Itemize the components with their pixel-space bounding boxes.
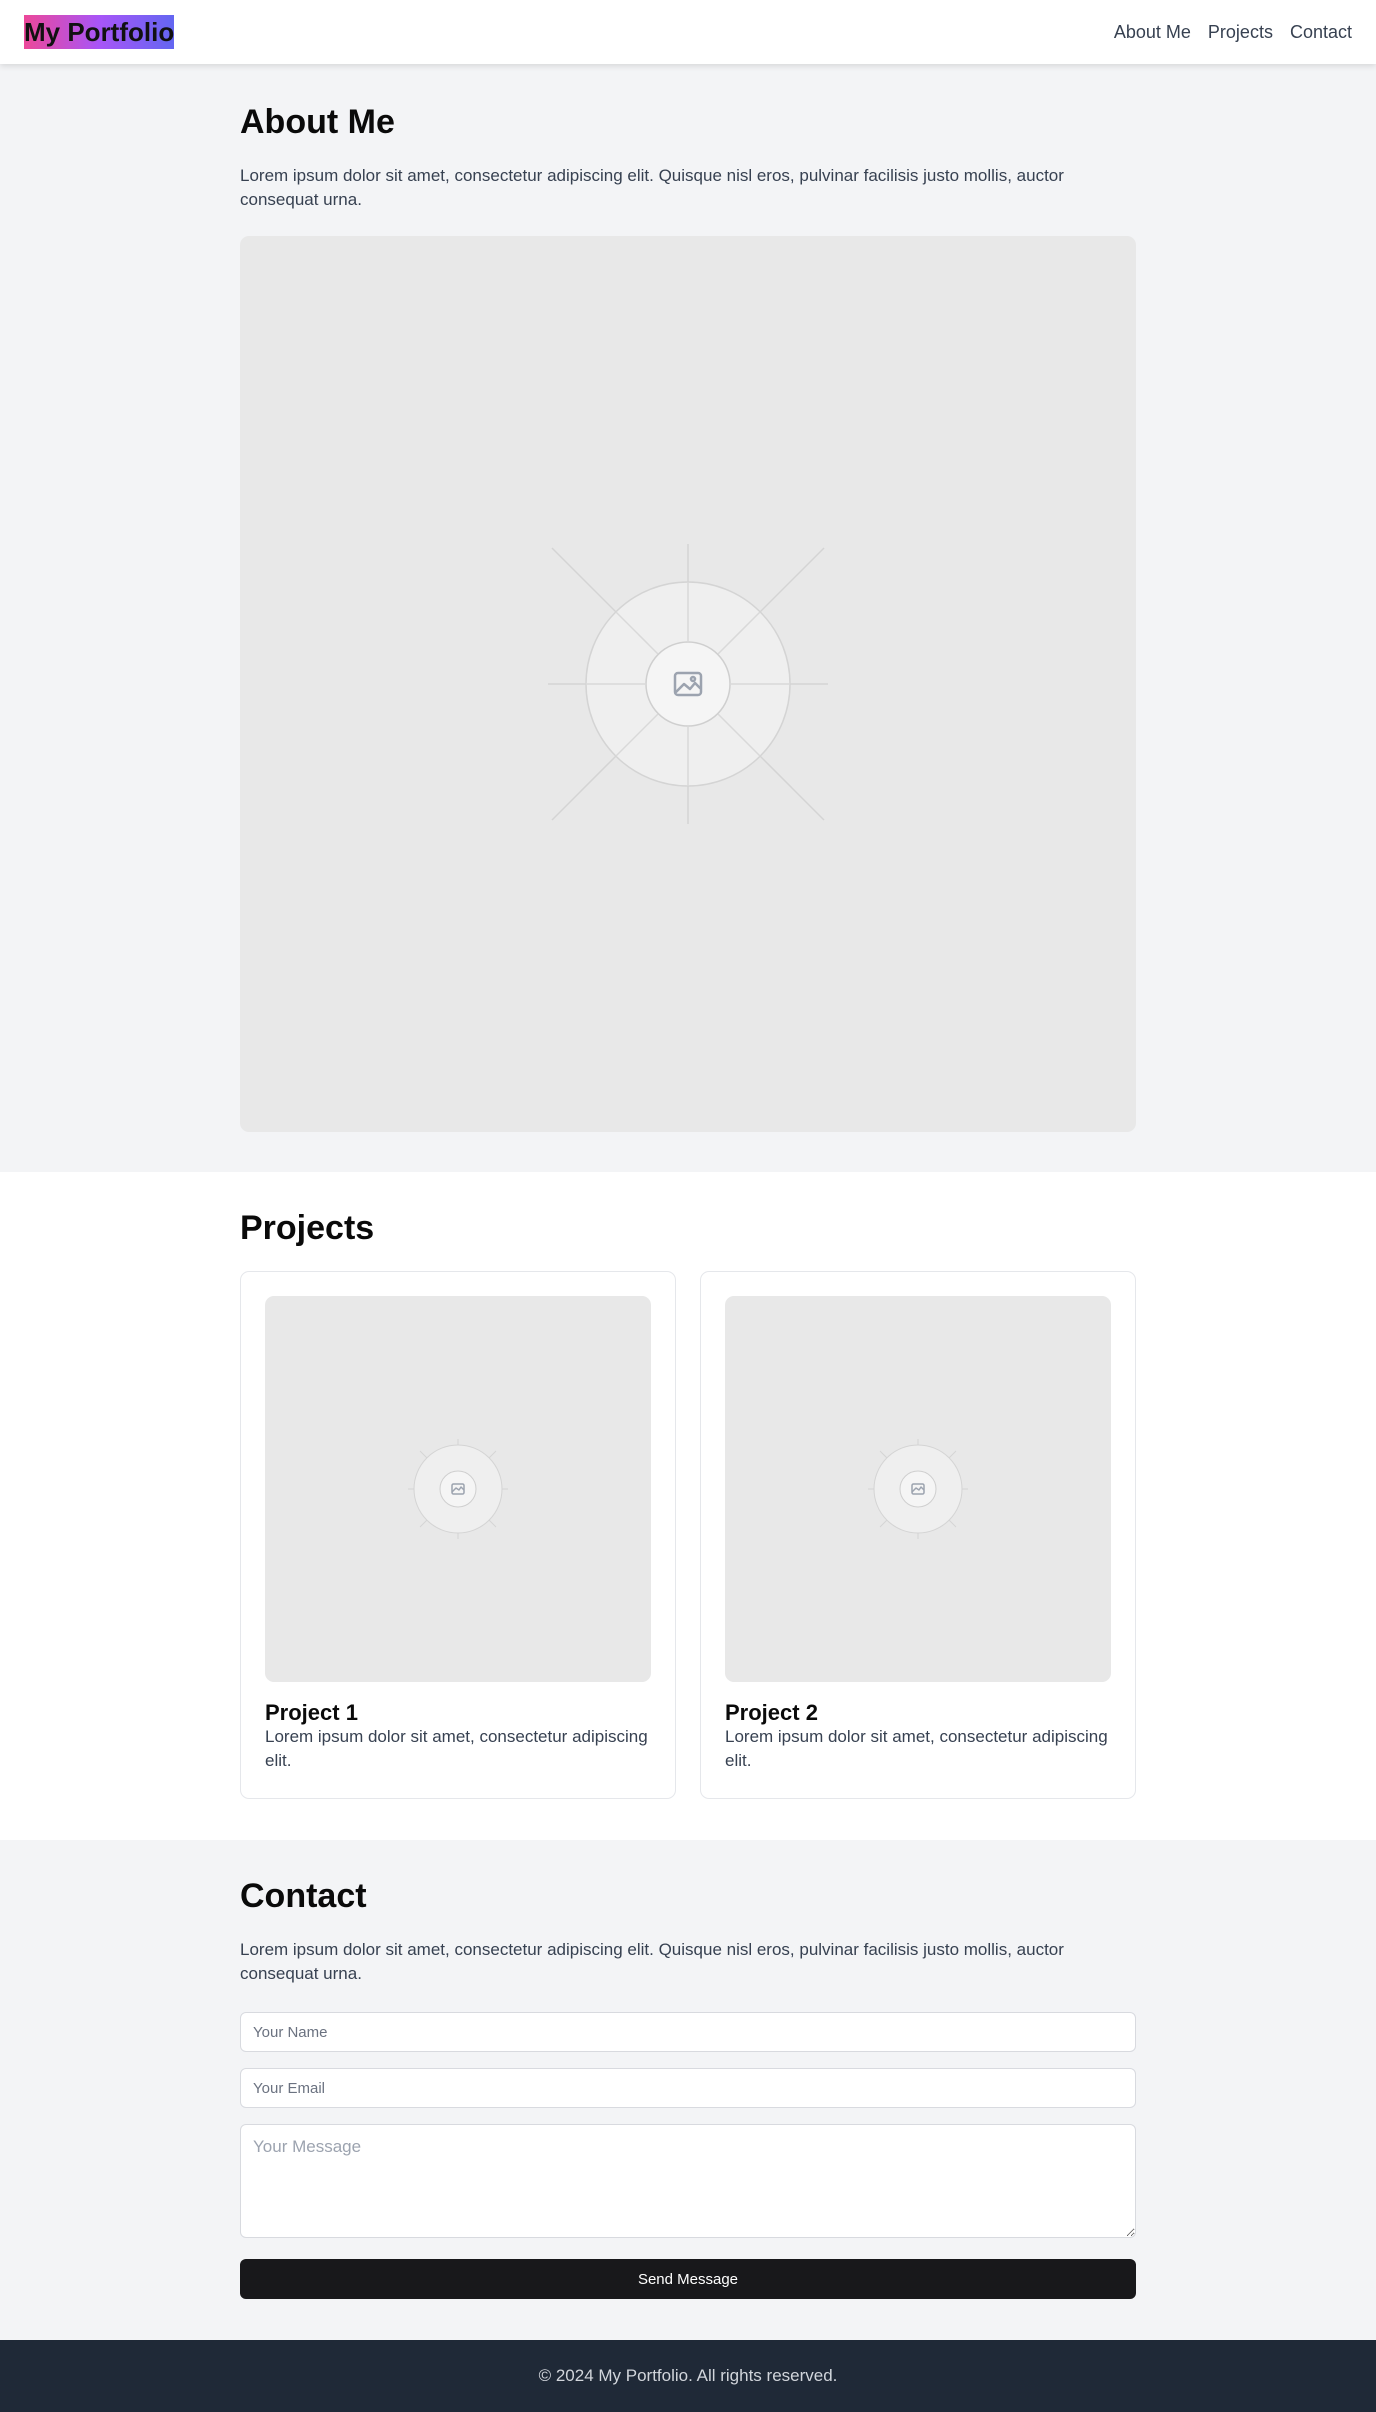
send-message-button[interactable]: Send Message [240,2259,1136,2299]
brand-logo[interactable]: My Portfolio [24,15,175,49]
site-header: My Portfolio About Me Projects Contact [0,0,1376,64]
email-input[interactable] [240,2068,1136,2108]
project-image [265,1296,651,1682]
image-placeholder-icon [408,1439,508,1539]
project-image [725,1296,1111,1682]
name-input[interactable] [240,2012,1136,2052]
project-description: Lorem ipsum dolor sit amet, consectetur … [265,1727,648,1770]
about-text: Lorem ipsum dolor sit amet, consectetur … [240,166,1064,209]
projects-section: Projects Project 1 Lorem ipsum dolor sit… [0,1172,1376,1840]
copyright-text: © 2024 My Portfolio. All rights reserved… [538,2366,838,2385]
about-image [240,236,1136,1132]
projects-title: Projects [240,1209,375,1247]
project-description: Lorem ipsum dolor sit amet, consectetur … [725,1727,1108,1770]
contact-title: Contact [240,1877,367,1915]
site-footer: © 2024 My Portfolio. All rights reserved… [0,2340,1376,2412]
project-card[interactable]: Project 1 Lorem ipsum dolor sit amet, co… [240,1271,676,1799]
contact-section: Contact Lorem ipsum dolor sit amet, cons… [0,1840,1376,2340]
project-card[interactable]: Project 2 Lorem ipsum dolor sit amet, co… [700,1271,1136,1799]
image-placeholder-icon [868,1439,968,1539]
nav-link-contact[interactable]: Contact [1290,22,1352,43]
about-section: About Me Lorem ipsum dolor sit amet, con… [0,64,1376,1172]
about-title: About Me [240,103,395,141]
nav-link-about[interactable]: About Me [1114,22,1191,43]
image-placeholder-icon [548,544,828,824]
message-textarea[interactable] [240,2124,1136,2238]
main-nav: About Me Projects Contact [1114,22,1352,43]
project-title: Project 2 [725,1700,818,1725]
nav-link-projects[interactable]: Projects [1208,22,1273,43]
project-title: Project 1 [265,1700,358,1725]
contact-text: Lorem ipsum dolor sit amet, consectetur … [240,1940,1064,1983]
